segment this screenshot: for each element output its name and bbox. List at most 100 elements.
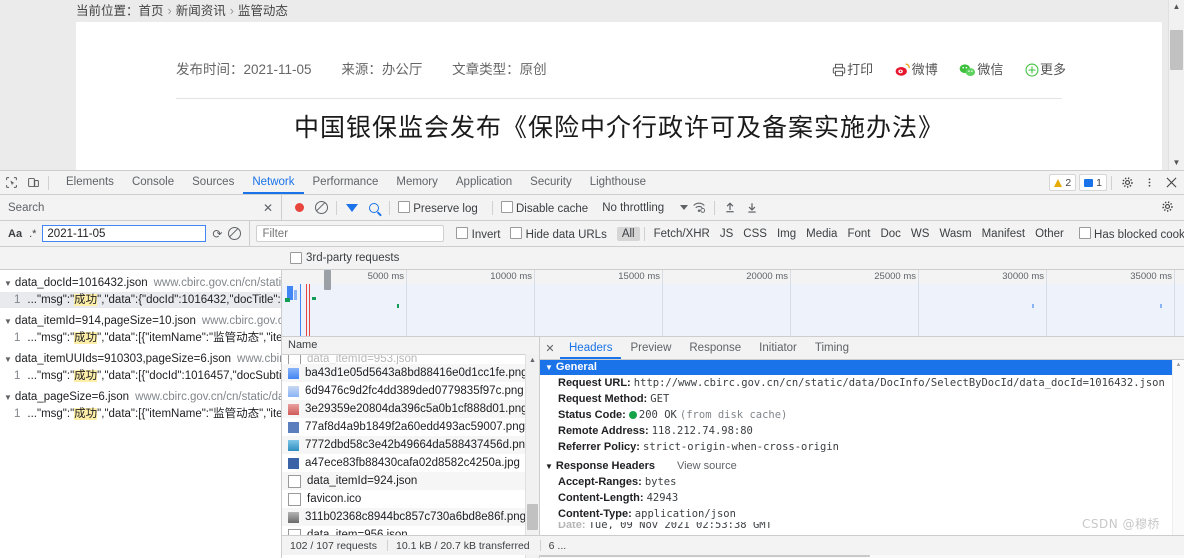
message-badge[interactable]: 1 bbox=[1079, 174, 1107, 191]
breadcrumb-item-news[interactable]: 新闻资讯 bbox=[176, 4, 226, 18]
details-scrollbar[interactable]: ▲ ▼ bbox=[1172, 360, 1184, 558]
table-row[interactable]: data_itemId=924.json bbox=[282, 472, 539, 490]
clear-network-button[interactable] bbox=[310, 197, 332, 219]
tab-console[interactable]: Console bbox=[123, 171, 183, 194]
chevron-down-icon[interactable] bbox=[680, 205, 689, 210]
network-overview[interactable]: 5000 ms 10000 ms 15000 ms 20000 ms 25000… bbox=[282, 270, 1184, 337]
disable-cache-option[interactable]: Disable cache bbox=[500, 200, 588, 215]
has-blocked-cookies-option[interactable]: Has blocked cookies bbox=[1078, 226, 1184, 241]
hide-data-urls-option[interactable]: Hide data URLs bbox=[510, 226, 607, 241]
device-toolbar-icon[interactable] bbox=[22, 172, 44, 194]
export-har-button[interactable] bbox=[741, 197, 763, 219]
tab-elements[interactable]: Elements bbox=[57, 171, 123, 194]
close-devtools-icon[interactable] bbox=[1160, 172, 1182, 194]
chevron-down-icon[interactable]: ▼ bbox=[4, 393, 12, 402]
network-settings-gear-icon[interactable] bbox=[1156, 196, 1178, 218]
regex-button[interactable]: .* bbox=[29, 228, 36, 240]
throttling-select[interactable]: No throttling bbox=[602, 202, 664, 214]
preserve-log-option[interactable]: Preserve log bbox=[398, 200, 478, 215]
network-conditions-button[interactable] bbox=[688, 197, 710, 219]
chevron-down-icon[interactable]: ▼ bbox=[4, 355, 12, 364]
third-party-checkbox[interactable] bbox=[290, 252, 302, 264]
filter-toggle-button[interactable] bbox=[341, 197, 363, 219]
import-har-button[interactable] bbox=[719, 197, 741, 219]
filter-type-all[interactable]: All bbox=[616, 226, 640, 241]
has-blocked-cookies-checkbox[interactable] bbox=[1078, 226, 1091, 239]
close-search-icon[interactable]: ✕ bbox=[263, 201, 273, 215]
tab-preview[interactable]: Preview bbox=[621, 337, 680, 359]
search-input[interactable] bbox=[42, 225, 207, 242]
clear-search-icon[interactable] bbox=[228, 227, 242, 240]
inspect-element-icon[interactable] bbox=[0, 172, 22, 194]
table-row[interactable]: 77af8d4a9b1849f2a60edd493ac59007.png bbox=[282, 418, 539, 436]
invert-checkbox[interactable] bbox=[456, 226, 469, 239]
weibo-button[interactable]: 微博 bbox=[895, 48, 938, 95]
match-case-button[interactable]: Aa bbox=[8, 228, 22, 240]
search-result-file[interactable]: ▼ data_itemUUIds=910303,pageSize=6.json ww… bbox=[0, 351, 281, 368]
breadcrumb-item-current[interactable]: 监管动态 bbox=[238, 4, 288, 18]
more-options-icon[interactable] bbox=[1138, 172, 1160, 194]
filter-type-other[interactable]: Other bbox=[1030, 227, 1069, 241]
chevron-down-icon[interactable]: ▼ bbox=[4, 279, 12, 288]
browser-scrollbar[interactable]: ▲ ▼ bbox=[1168, 0, 1184, 170]
tab-performance[interactable]: Performance bbox=[304, 171, 388, 194]
filter-type-media[interactable]: Media bbox=[801, 227, 842, 241]
tab-initiator[interactable]: Initiator bbox=[750, 337, 806, 359]
search-result-line[interactable]: 1 ..."msg":"成功","data":[{"docId":1016457,… bbox=[0, 368, 281, 384]
view-source-link[interactable]: View source bbox=[677, 460, 737, 472]
scroll-up-icon[interactable]: ▲ bbox=[1169, 0, 1184, 14]
filter-input[interactable] bbox=[256, 225, 445, 242]
filter-type-js[interactable]: JS bbox=[715, 227, 738, 241]
wechat-button[interactable]: 微信 bbox=[959, 48, 1003, 95]
invert-option[interactable]: Invert bbox=[456, 226, 500, 241]
tab-security[interactable]: Security bbox=[521, 171, 581, 194]
refresh-search-icon[interactable]: ⟳ bbox=[212, 227, 222, 241]
tab-timing[interactable]: Timing bbox=[806, 337, 858, 359]
scroll-up-icon[interactable]: ▲ bbox=[526, 354, 539, 367]
scroll-up-icon[interactable]: ▲ bbox=[1173, 360, 1184, 371]
chevron-down-icon[interactable]: ▼ bbox=[545, 363, 553, 372]
filter-type-doc[interactable]: Doc bbox=[875, 227, 905, 241]
tab-headers[interactable]: Headers bbox=[560, 337, 621, 359]
table-row[interactable]: 6d9476c9d2fc4dd389ded0779835f97c.png bbox=[282, 382, 539, 400]
search-result-file[interactable]: ▼ data_itemId=914,pageSize=10.json www.cbi… bbox=[0, 313, 281, 330]
record-button[interactable] bbox=[288, 197, 310, 219]
scroll-down-icon[interactable]: ▼ bbox=[1169, 156, 1184, 170]
third-party-option[interactable]: 3rd-party requests bbox=[290, 247, 409, 269]
response-headers-section-header[interactable]: ▼ Response Headers View source bbox=[540, 459, 1184, 474]
filter-type-manifest[interactable]: Manifest bbox=[977, 227, 1030, 241]
filter-type-img[interactable]: Img bbox=[772, 227, 801, 241]
table-row[interactable]: 3e29359e20804da396c5a0b1cf888d01.png bbox=[282, 400, 539, 418]
table-row[interactable]: 311b02368c8944bc857c730a6bd8e86f.png bbox=[282, 508, 539, 526]
table-row[interactable]: data_itemId=953.json bbox=[282, 355, 539, 364]
chevron-down-icon[interactable]: ▼ bbox=[4, 317, 12, 326]
filter-type-fetch-xhr[interactable]: Fetch/XHR bbox=[649, 227, 715, 241]
hide-data-urls-checkbox[interactable] bbox=[510, 226, 523, 239]
overview-window-handle[interactable] bbox=[324, 270, 331, 290]
search-result-line[interactable]: 1 ..."msg":"成功","data":[{"itemName":"监管动态… bbox=[0, 330, 281, 346]
search-result-line[interactable]: 1 ..."msg":"成功","data":{"docId":1016432,"… bbox=[0, 292, 281, 308]
table-row[interactable]: favicon.ico bbox=[282, 490, 539, 508]
tab-sources[interactable]: Sources bbox=[183, 171, 243, 194]
settings-gear-icon[interactable] bbox=[1116, 172, 1138, 194]
tab-lighthouse[interactable]: Lighthouse bbox=[581, 171, 655, 194]
more-share-button[interactable]: 更多 bbox=[1025, 48, 1066, 95]
tab-network[interactable]: Network bbox=[243, 171, 303, 194]
search-results-panel[interactable]: ▼ data_docId=1016432.json www.cbirc.gov.cn… bbox=[0, 270, 282, 558]
table-row[interactable]: a47ece83fb88430cafa02d8582c4250a.jpg bbox=[282, 454, 539, 472]
filter-type-font[interactable]: Font bbox=[842, 227, 875, 241]
search-toggle-button[interactable] bbox=[363, 197, 385, 219]
disable-cache-checkbox[interactable] bbox=[500, 200, 513, 213]
search-result-line[interactable]: 1 ..."msg":"成功","data":[{"itemName":"监管动态… bbox=[0, 406, 281, 422]
warning-badge[interactable]: 2 bbox=[1049, 174, 1077, 191]
tab-memory[interactable]: Memory bbox=[387, 171, 447, 194]
filter-type-wasm[interactable]: Wasm bbox=[934, 227, 976, 241]
table-row[interactable]: ba43d1e05d5643a8bd88416e0d1cc1fe.png bbox=[282, 364, 539, 382]
tab-application[interactable]: Application bbox=[447, 171, 521, 194]
scrollbar-thumb[interactable] bbox=[527, 504, 538, 530]
breadcrumb-item-home[interactable]: 首页 bbox=[139, 4, 164, 18]
table-row[interactable]: 7772dbd58c3e42b49664da588437456d.png bbox=[282, 436, 539, 454]
tab-response[interactable]: Response bbox=[680, 337, 750, 359]
close-details-icon[interactable]: ✕ bbox=[540, 342, 560, 355]
column-header-name[interactable]: Name bbox=[282, 337, 539, 355]
